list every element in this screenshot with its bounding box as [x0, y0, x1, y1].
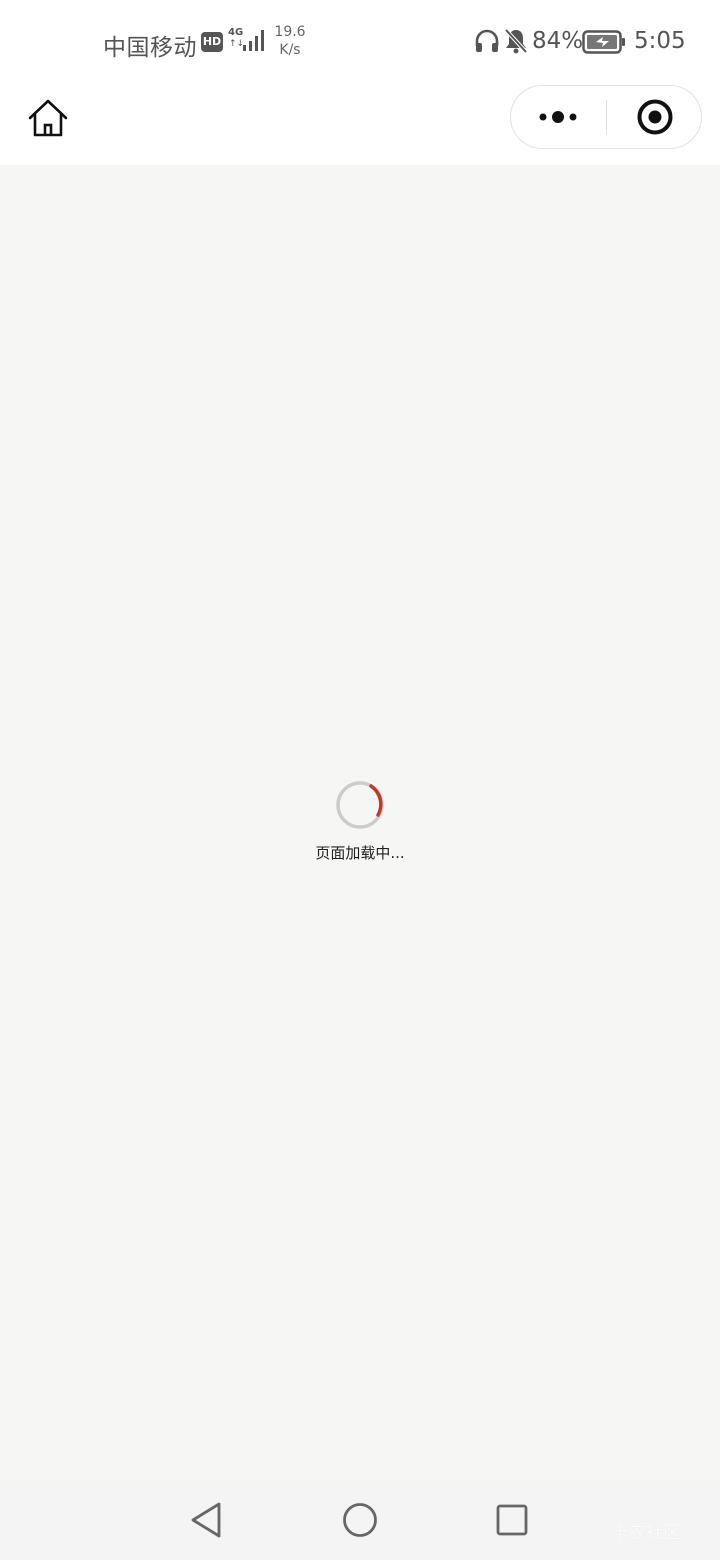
close-target-icon [637, 99, 673, 135]
home-button[interactable] [24, 94, 72, 142]
system-nav-bar: 卡农社区 [0, 1480, 720, 1560]
net-speed: 19.6 K/s [272, 23, 308, 59]
headphones-icon [475, 29, 499, 52]
net-speed-value: 19.6 [274, 24, 306, 40]
recent-square-icon [496, 1504, 528, 1536]
home-icon [28, 99, 68, 137]
watermark: 卡农社区 [612, 1523, 680, 1543]
home-circle-icon [343, 1503, 377, 1537]
clock: 5:05 [634, 28, 686, 54]
carrier-name: 中国移动 [103, 35, 197, 61]
capsule-menu [510, 85, 702, 149]
network-type: 4G [228, 27, 244, 38]
recent-apps-button[interactable] [492, 1500, 532, 1540]
back-triangle-icon [191, 1502, 221, 1538]
battery-percent: 84% [532, 28, 584, 54]
bell-off-icon [504, 28, 528, 54]
hd-badge: HD [201, 32, 223, 52]
status-bar: 中国移动 HD 4G ↑↓ 19.6 K/s 84% 5:05 [0, 0, 720, 84]
nav-bar [0, 84, 720, 165]
more-button[interactable] [511, 86, 606, 148]
loading-spinner [336, 781, 384, 829]
loading-text: 页面加载中... [315, 844, 405, 862]
system-home-button[interactable] [340, 1500, 380, 1540]
net-speed-unit: K/s [279, 42, 301, 58]
battery-charging-icon [582, 30, 625, 54]
close-button[interactable] [607, 86, 702, 148]
more-dots-icon [539, 111, 577, 123]
signal-icon [243, 30, 264, 51]
back-button[interactable] [187, 1500, 227, 1540]
